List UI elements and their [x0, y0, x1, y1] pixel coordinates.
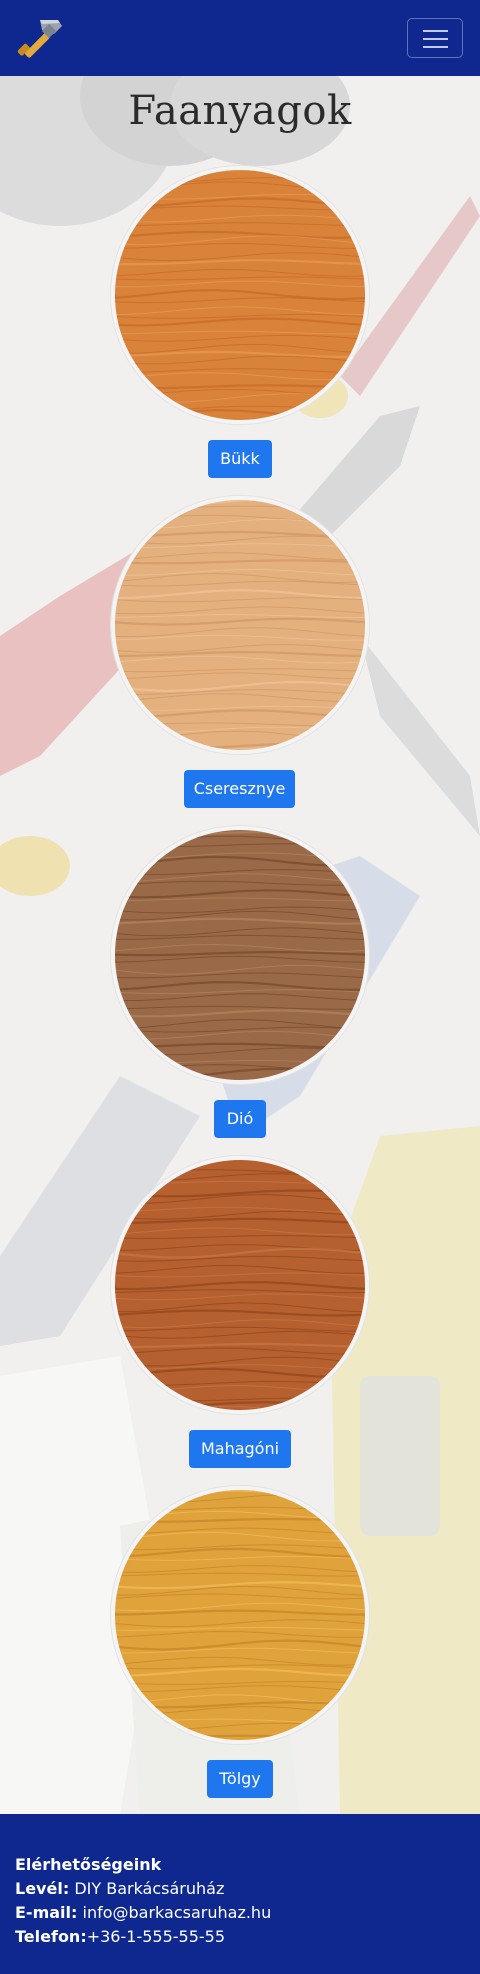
footer-phone: Telefon:+36-1-555-55-55 [15, 1927, 226, 1946]
page-title: Faanyagok [128, 88, 352, 134]
footer-phone-value: +36-1-555-55-55 [86, 1927, 226, 1946]
mahagoni-button[interactable]: Mahagóni [189, 1430, 291, 1468]
wood-image-mahagoni [111, 1156, 369, 1414]
footer-mail-value: DIY Barkácsáruház [74, 1879, 225, 1898]
hamburger-bar [423, 46, 448, 48]
footer-email-value: info@barkacsaruhaz.hu [82, 1903, 272, 1922]
menu-toggle-button[interactable] [407, 18, 463, 58]
wood-image-bukk [111, 166, 369, 424]
hamburger-menu-icon [423, 30, 448, 32]
footer-mail: Levél: DIY Barkácsáruház [15, 1879, 225, 1898]
dio-button[interactable]: Dió [214, 1100, 266, 1138]
wood-image-dio [111, 826, 369, 1084]
wood-image-tolgy [111, 1486, 369, 1744]
hamburger-bar [423, 38, 448, 40]
footer-heading: Elérhetőségeink [15, 1855, 162, 1874]
hammer-icon[interactable] [14, 12, 68, 66]
footer: Elérhetőségeink Levél: DIY Barkácsáruház… [0, 1814, 480, 1974]
navbar [0, 0, 480, 76]
wood-image-cseresznye [111, 496, 369, 754]
footer-email: E-mail: info@barkacsaruhaz.hu [15, 1903, 272, 1922]
bukk-button[interactable]: Bükk [208, 440, 272, 478]
cseresznye-button[interactable]: Cseresznye [184, 770, 295, 808]
tolgy-button[interactable]: Tölgy [207, 1760, 273, 1798]
